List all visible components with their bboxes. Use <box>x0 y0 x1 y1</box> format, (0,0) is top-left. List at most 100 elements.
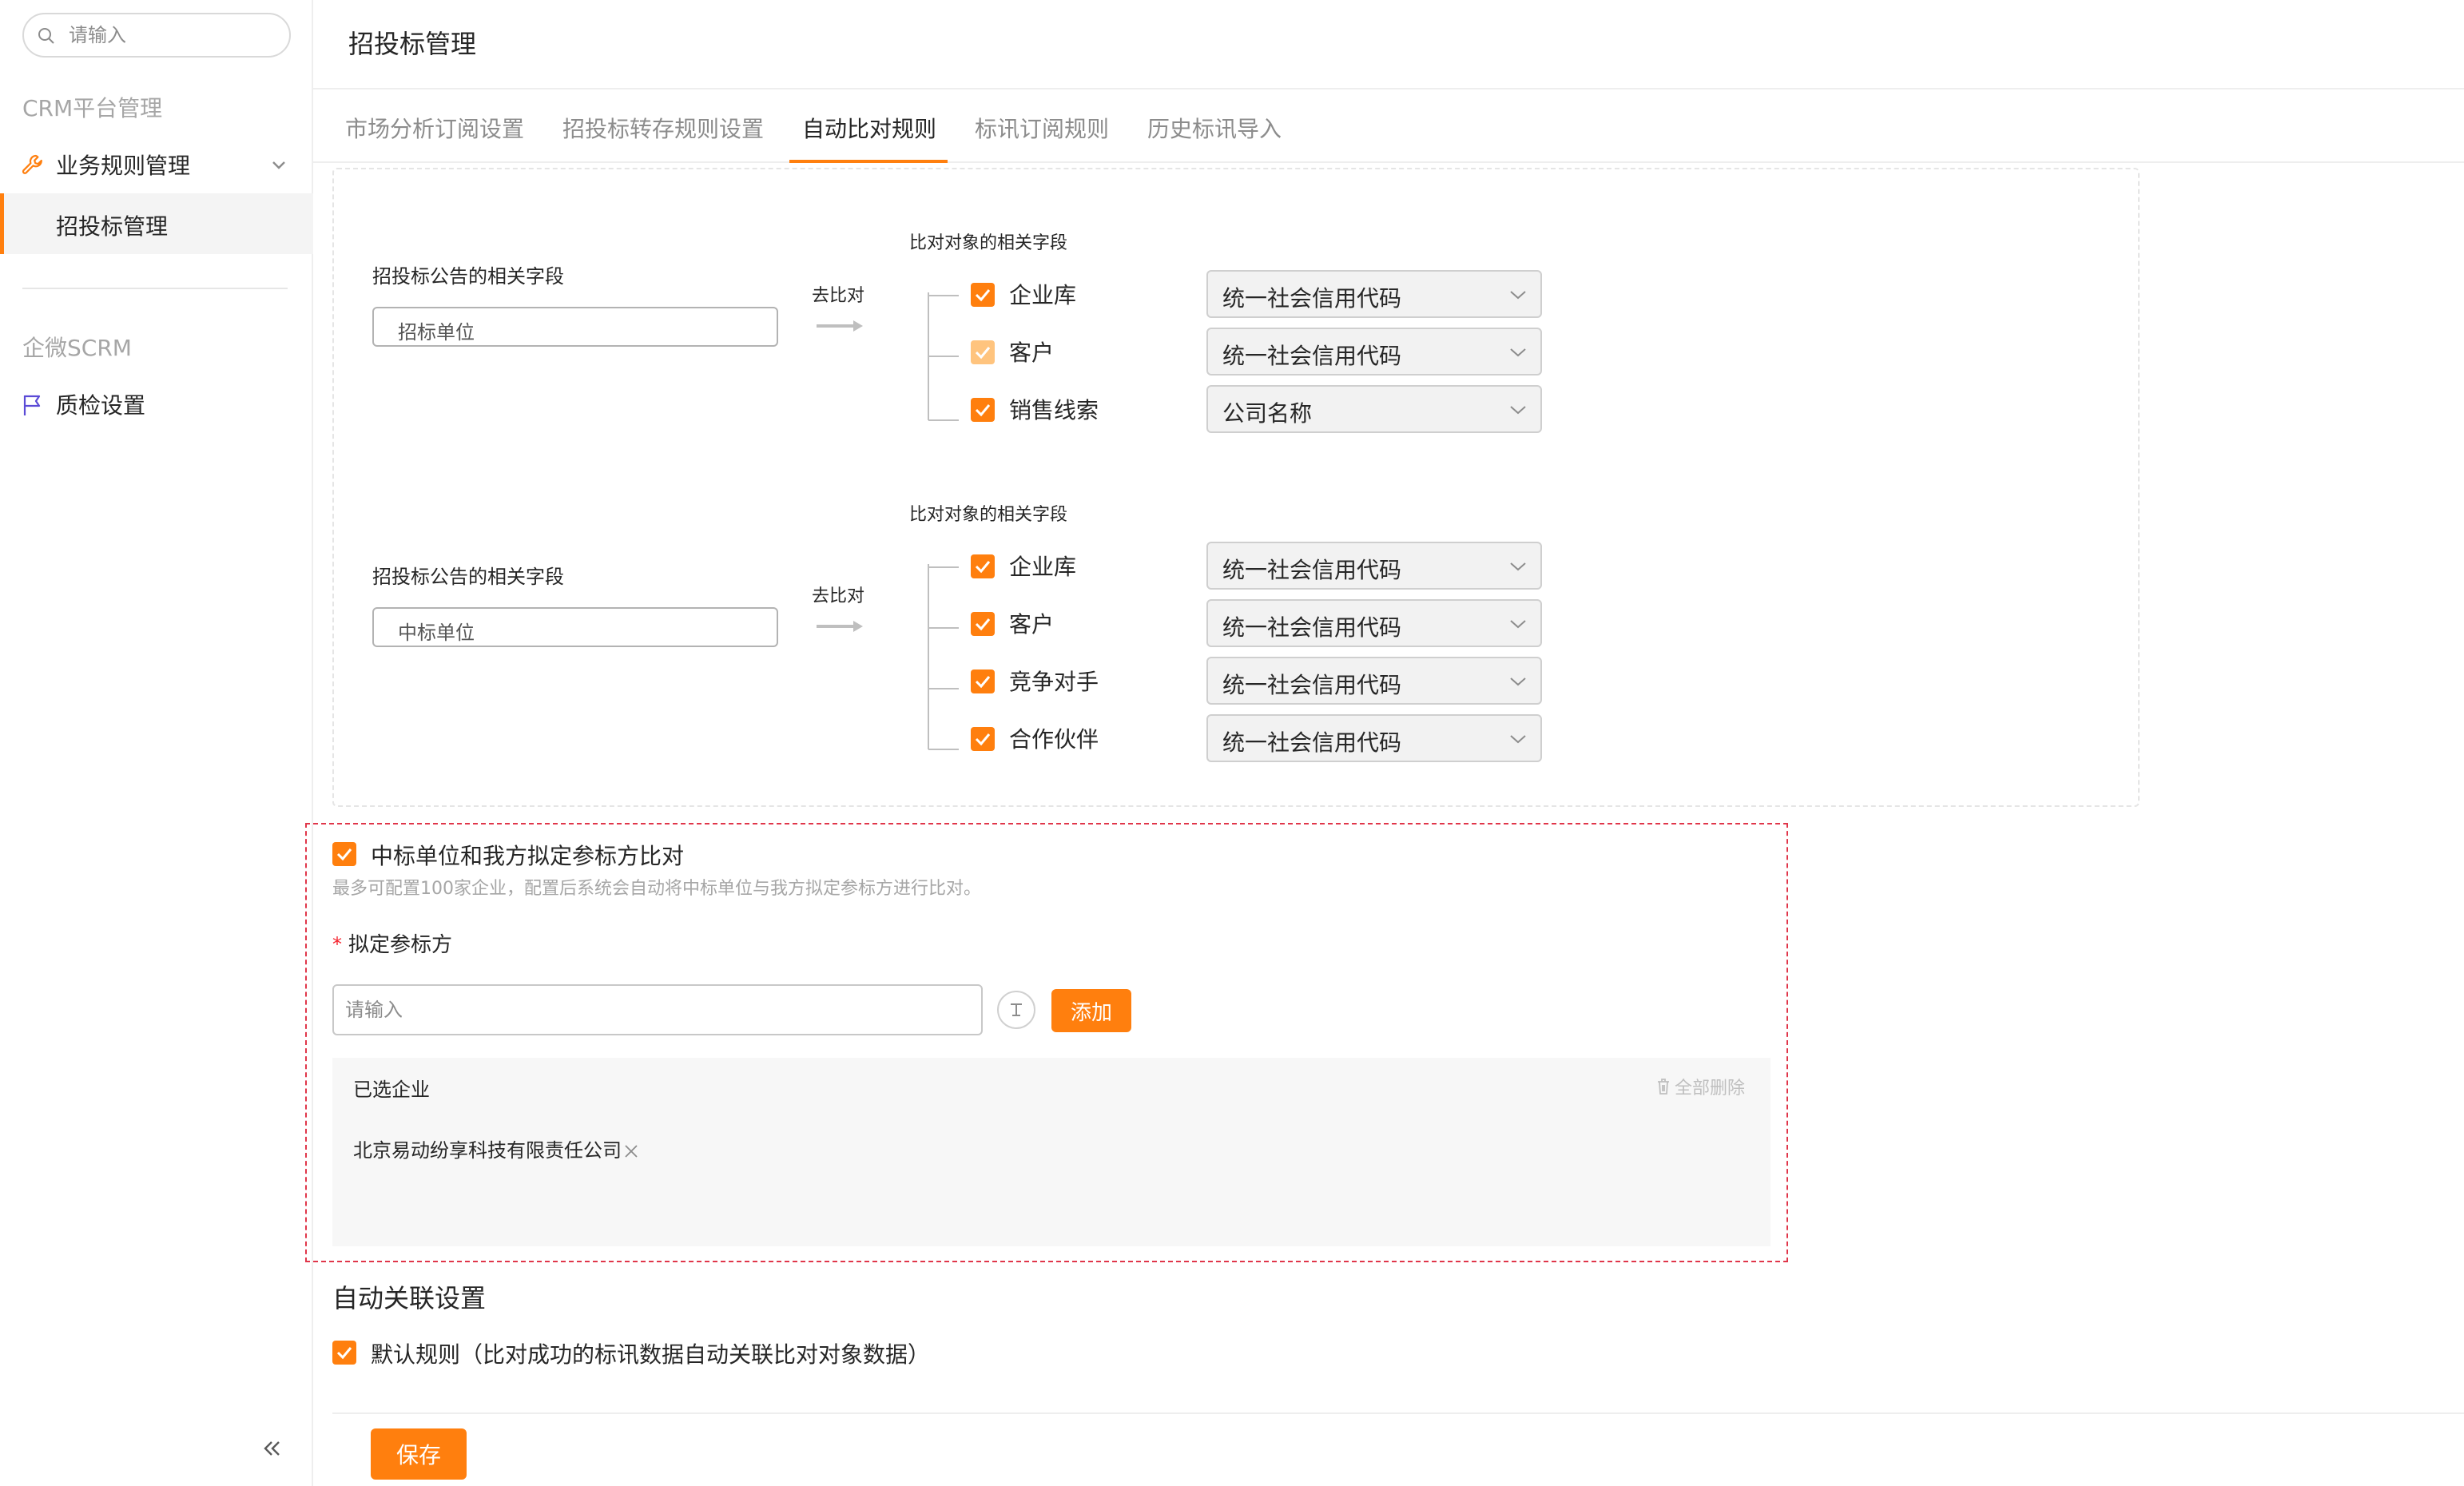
select-value: 统一社会信用代码 <box>1222 557 1402 583</box>
bidder-compare-label: 中标单位和我方拟定参标方比对 <box>371 843 685 869</box>
chevron-down-icon <box>272 161 285 169</box>
sidebar-item-bidding[interactable]: 招投标管理 <box>0 193 313 254</box>
rule2-checkbox-partner[interactable] <box>971 727 995 751</box>
check-icon <box>975 561 991 574</box>
close-icon[interactable] <box>623 1143 639 1159</box>
bidder-compare-description: 最多可配置100家企业，配置后系统会自动将中标单位与我方拟定参标方进行比对。 <box>332 879 981 899</box>
compare-rules-box <box>332 168 2140 807</box>
section-scrm: 企微SCRM <box>22 335 132 361</box>
page-title: 招投标管理 <box>348 29 477 59</box>
section-crm: CRM平台管理 <box>22 95 163 121</box>
auto-link-title: 自动关联设置 <box>332 1283 487 1313</box>
rule1-source-field: 招标单位 <box>372 307 778 347</box>
check-icon <box>975 404 991 417</box>
wrench-icon <box>22 154 42 174</box>
save-button[interactable]: 保存 <box>371 1428 467 1480</box>
select-value: 统一社会信用代码 <box>1222 343 1402 369</box>
clear-all-button[interactable]: 全部删除 <box>1655 1074 1745 1099</box>
rule1-checkbox-enterprise[interactable] <box>971 283 995 307</box>
rule1-target-enterprise: 企业库 <box>1009 282 1077 308</box>
selected-companies-box: 已选企业 全部删除 北京易动纷享科技有限责任公司 <box>332 1058 1771 1246</box>
trash-icon <box>1658 1079 1669 1095</box>
bidder-compare-checkbox[interactable] <box>332 842 356 866</box>
rule1-target-label: 比对对象的相关字段 <box>909 233 1068 253</box>
check-icon <box>975 289 991 302</box>
select-value: 统一社会信用代码 <box>1222 285 1402 312</box>
footer-divider <box>332 1412 2464 1414</box>
arrow-right-icon <box>817 621 863 632</box>
select-value: 公司名称 <box>1222 400 1313 427</box>
active-indicator <box>0 193 4 254</box>
rule1-tree-connector <box>928 292 959 421</box>
rule2-source-label: 招投标公告的相关字段 <box>372 566 564 588</box>
tab-market-analysis[interactable]: 市场分析订阅设置 <box>345 112 524 144</box>
select-value: 统一社会信用代码 <box>1222 672 1402 698</box>
sidebar: CRM平台管理 业务规则管理 招投标管理 企微SCRM 质检设置 <box>0 0 313 1486</box>
rule2-target-competitor: 竞争对手 <box>1009 669 1099 695</box>
rule1-source-label: 招投标公告的相关字段 <box>372 265 564 288</box>
rule2-target-customer: 客户 <box>1009 611 1055 638</box>
sidebar-item-label: 业务规则管理 <box>56 153 191 179</box>
chevron-down-icon <box>1510 348 1526 357</box>
select-value: 统一社会信用代码 <box>1222 729 1402 756</box>
tab-history-import[interactable]: 历史标讯导入 <box>1147 112 1282 144</box>
sidebar-item-label: 质检设置 <box>56 392 146 419</box>
sidebar-item-quality[interactable]: 质检设置 <box>0 380 313 428</box>
text-cursor-icon <box>1011 1003 1022 1016</box>
rule2-select-competitor[interactable]: 统一社会信用代码 <box>1206 657 1542 705</box>
rule1-select-leads[interactable]: 公司名称 <box>1206 385 1542 433</box>
chevron-down-icon <box>1510 677 1526 686</box>
add-button[interactable]: 添加 <box>1051 989 1131 1032</box>
rule1-select-customer[interactable]: 统一社会信用代码 <box>1206 328 1542 375</box>
chevron-down-icon <box>1510 620 1526 629</box>
chevron-down-icon <box>1510 735 1526 744</box>
check-icon <box>336 848 352 861</box>
sidebar-search-input[interactable] <box>69 22 276 49</box>
tab-transfer-rules[interactable]: 招投标转存规则设置 <box>562 112 764 144</box>
search-icon <box>38 28 54 44</box>
import-button[interactable] <box>997 991 1035 1029</box>
selected-tag: 北京易动纷享科技有限责任公司 <box>353 1134 639 1162</box>
rule2-select-partner[interactable]: 统一社会信用代码 <box>1206 714 1542 762</box>
tab-bar: 市场分析订阅设置 招投标转存规则设置 自动比对规则 标讯订阅规则 历史标讯导入 <box>313 91 2464 163</box>
check-icon <box>975 733 991 746</box>
rule1-target-leads: 销售线索 <box>1009 397 1099 423</box>
rule2-checkbox-enterprise[interactable] <box>971 554 995 578</box>
rule2-select-enterprise[interactable]: 统一社会信用代码 <box>1206 542 1542 590</box>
required-mark: * <box>332 933 342 956</box>
rule2-compare-label: 去比对 <box>812 586 865 606</box>
tab-subscription-rules[interactable]: 标讯订阅规则 <box>975 112 1109 144</box>
selected-tag-label: 北京易动纷享科技有限责任公司 <box>353 1139 622 1162</box>
double-chevron-left-icon[interactable] <box>260 1436 284 1460</box>
rule2-target-partner: 合作伙伴 <box>1009 726 1099 753</box>
rule1-target-customer: 客户 <box>1009 340 1055 366</box>
flag-icon <box>23 395 41 415</box>
chevron-down-icon <box>1510 562 1526 571</box>
clear-all-label: 全部删除 <box>1675 1079 1746 1099</box>
arrow-right-icon <box>817 320 863 332</box>
rule2-checkbox-competitor[interactable] <box>971 669 995 693</box>
select-value: 统一社会信用代码 <box>1222 614 1402 641</box>
auto-link-checkbox[interactable] <box>332 1341 356 1365</box>
check-icon <box>975 676 991 689</box>
check-icon <box>975 618 991 631</box>
rule2-target-label: 比对对象的相关字段 <box>909 505 1068 525</box>
rule2-checkbox-customer[interactable] <box>971 612 995 636</box>
check-icon <box>975 347 991 360</box>
rule2-select-customer[interactable]: 统一社会信用代码 <box>1206 599 1542 647</box>
sidebar-item-label: 招投标管理 <box>56 213 169 240</box>
sidebar-divider <box>22 288 288 289</box>
auto-link-default-rule: 默认规则（比对成功的标讯数据自动关联比对对象数据） <box>371 1341 931 1368</box>
rule2-source-field: 中标单位 <box>372 607 778 647</box>
sidebar-search[interactable] <box>22 13 291 58</box>
bidder-field-label: 拟定参标方 <box>348 933 453 957</box>
active-tab-indicator <box>789 160 948 163</box>
sidebar-item-business-rules[interactable]: 业务规则管理 <box>0 141 313 189</box>
rule1-select-enterprise[interactable]: 统一社会信用代码 <box>1206 270 1542 318</box>
chevron-down-icon <box>1510 406 1526 415</box>
tab-auto-compare[interactable]: 自动比对规则 <box>802 112 936 144</box>
rule2-target-enterprise: 企业库 <box>1009 554 1077 580</box>
bidder-input[interactable] <box>332 984 983 1035</box>
rule1-checkbox-leads[interactable] <box>971 398 995 422</box>
selected-title: 已选企业 <box>353 1079 430 1101</box>
